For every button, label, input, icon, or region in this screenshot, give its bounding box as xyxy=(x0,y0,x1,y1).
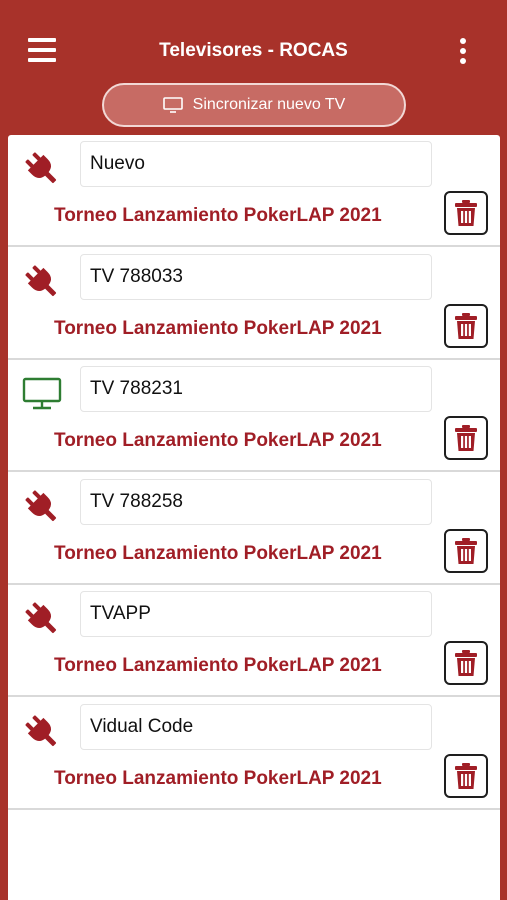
trash-icon xyxy=(454,199,478,227)
tv-row: Nuevo Torneo Lanzamiento PokerLAP 2021 xyxy=(8,135,500,247)
tournament-label: Torneo Lanzamiento PokerLAP 2021 xyxy=(54,430,382,451)
trash-icon xyxy=(454,537,478,565)
delete-button[interactable] xyxy=(444,416,488,460)
more-options-button[interactable] xyxy=(455,38,471,66)
sync-new-tv-button[interactable]: Sincronizar nuevo TV xyxy=(102,83,406,127)
delete-button[interactable] xyxy=(444,753,488,798)
tv-name-field[interactable]: TVAPP xyxy=(80,591,432,637)
tv-name-field[interactable]: TV 788258 xyxy=(80,478,432,525)
tv-name-field[interactable]: TV 788231 xyxy=(80,366,432,412)
tv-name-field[interactable]: Vidual Code xyxy=(80,703,432,750)
tv-name-field[interactable]: Nuevo xyxy=(80,141,432,187)
plug-icon xyxy=(22,487,62,527)
tv-name-field[interactable]: TV 788033 xyxy=(80,253,432,300)
tv-row: Vidual Code Torneo Lanzamiento PokerLAP … xyxy=(8,698,500,810)
trash-icon xyxy=(454,649,478,677)
delete-button[interactable] xyxy=(444,191,488,235)
tv-icon xyxy=(162,97,183,113)
trash-icon xyxy=(454,424,478,452)
tournament-label: Torneo Lanzamiento PokerLAP 2021 xyxy=(54,767,382,789)
sync-button-label: Sincronizar nuevo TV xyxy=(192,96,346,113)
plug-icon xyxy=(22,149,62,189)
delete-button[interactable] xyxy=(444,528,488,573)
vertical-dots-icon xyxy=(460,38,466,44)
tv-row: TV 788033 Torneo Lanzamiento PokerLAP 20… xyxy=(8,248,500,360)
plug-icon xyxy=(22,599,62,639)
delete-button[interactable] xyxy=(444,641,488,685)
tv-row: TV 788231 Torneo Lanzamiento PokerLAP 20… xyxy=(8,360,500,472)
trash-icon xyxy=(454,762,478,790)
plug-icon xyxy=(22,262,62,302)
plug-icon xyxy=(22,712,62,752)
tournament-label: Torneo Lanzamiento PokerLAP 2021 xyxy=(54,205,382,226)
app-header: Televisores - ROCAS xyxy=(0,0,507,80)
tv-row: TVAPP Torneo Lanzamiento PokerLAP 2021 xyxy=(8,585,500,697)
trash-icon xyxy=(454,312,478,340)
page-title: Televisores - ROCAS xyxy=(159,40,348,61)
tournament-label: Torneo Lanzamiento PokerLAP 2021 xyxy=(54,542,382,564)
tournament-label: Torneo Lanzamiento PokerLAP 2021 xyxy=(54,655,382,676)
tv-list: Nuevo Torneo Lanzamiento PokerLAP 2021 T… xyxy=(8,135,500,900)
tournament-label: Torneo Lanzamiento PokerLAP 2021 xyxy=(54,317,382,339)
monitor-icon xyxy=(22,374,62,414)
delete-button[interactable] xyxy=(444,303,488,348)
tv-row: TV 788258 Torneo Lanzamiento PokerLAP 20… xyxy=(8,473,500,585)
